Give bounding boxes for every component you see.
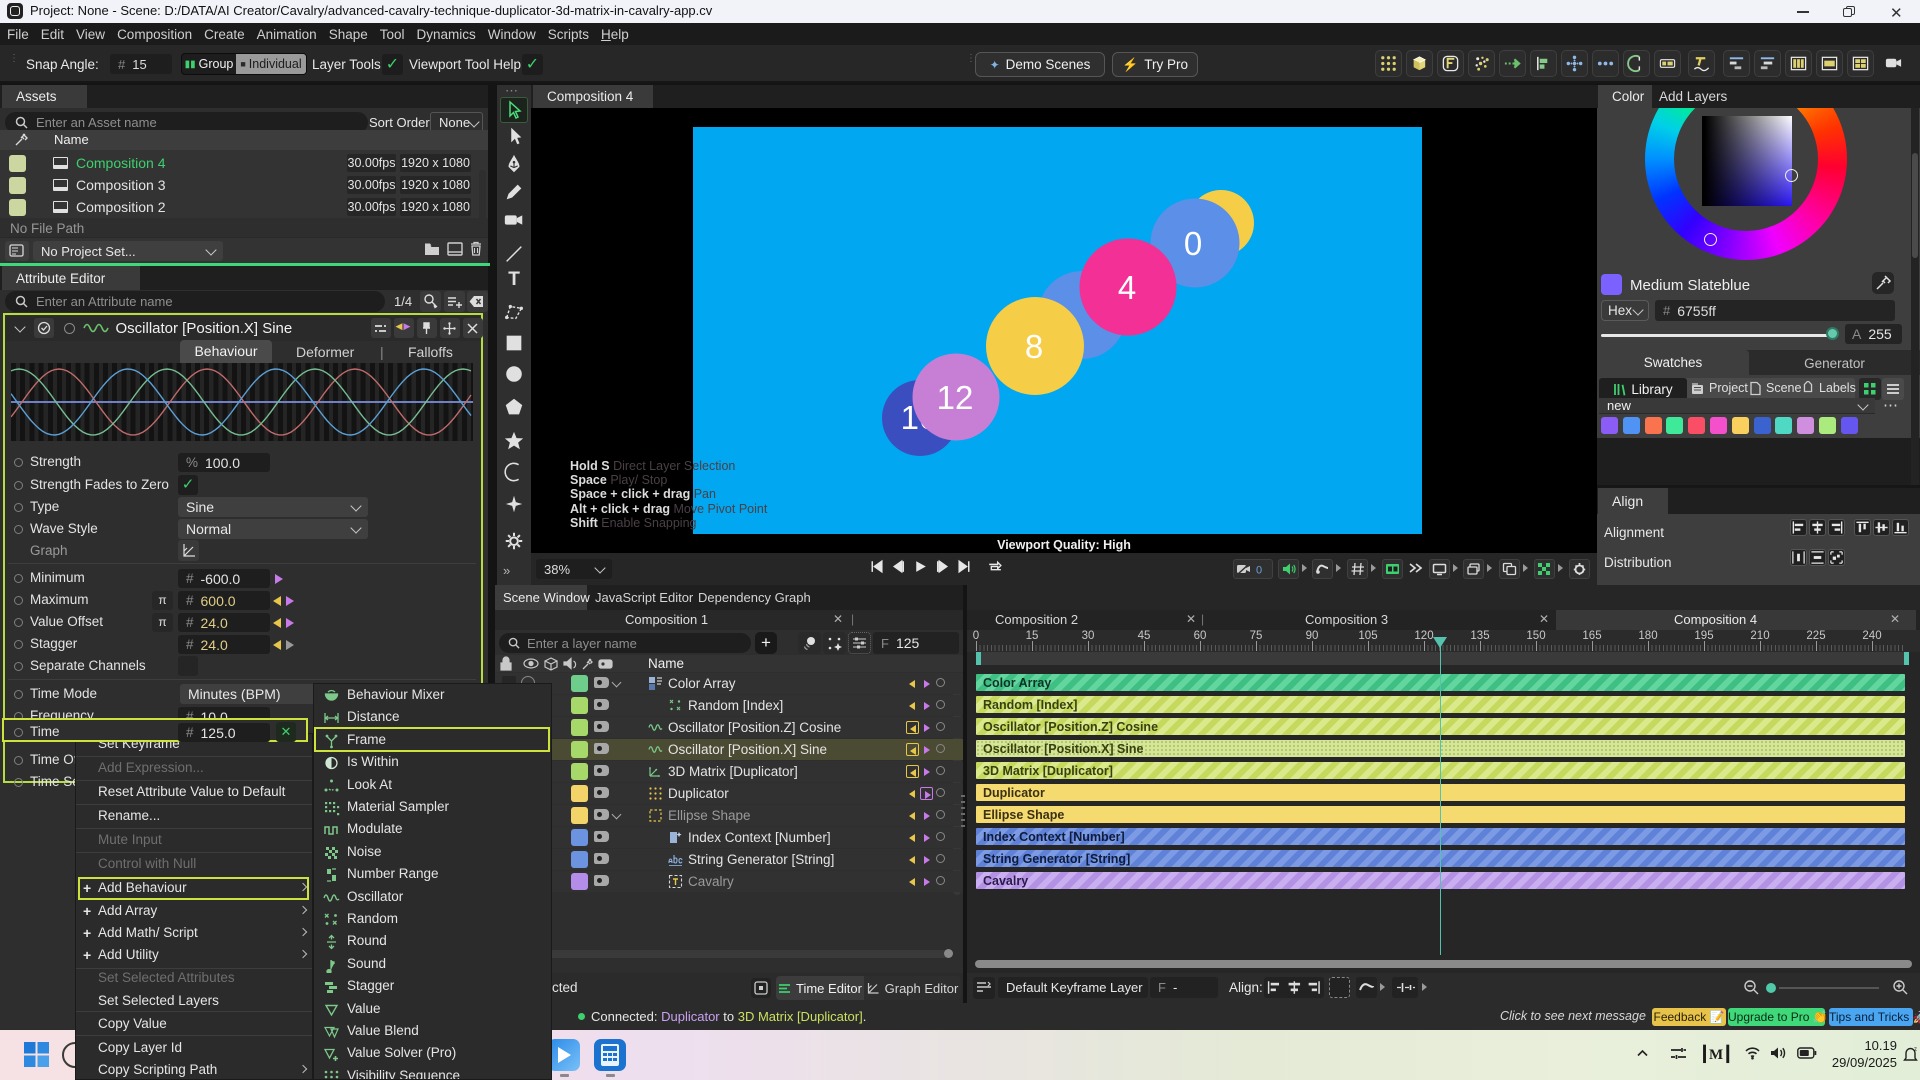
svg-text:z: z xyxy=(1914,1047,1917,1053)
svg-text:4: 4 xyxy=(1118,269,1136,306)
svg-text:8: 8 xyxy=(1025,328,1043,365)
svg-text:12: 12 xyxy=(937,379,974,416)
svg-text:0: 0 xyxy=(1256,565,1262,577)
svg-text:0: 0 xyxy=(1184,225,1202,262)
